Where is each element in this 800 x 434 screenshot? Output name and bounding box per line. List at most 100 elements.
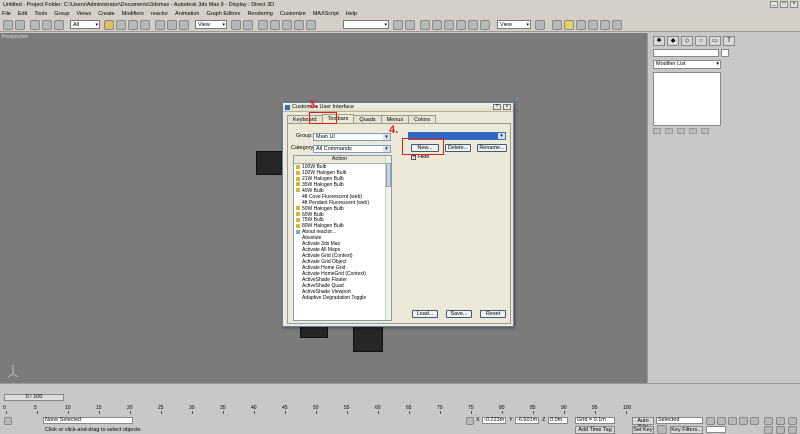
bind-spacewarp-icon[interactable]: [54, 20, 64, 30]
unlink-icon[interactable]: [42, 20, 52, 30]
save-button[interactable]: Save...: [446, 310, 472, 318]
track-bar[interactable]: 0 5 10 15 20 25 30 35 40 45 50 55 60 65 70 75 80 85 90 95 10…: [0, 404, 640, 414]
tab-colors[interactable]: Colors: [408, 115, 436, 123]
configure-sets-icon[interactable]: [701, 128, 709, 134]
selection-filter-dropdown[interactable]: All: [70, 20, 100, 29]
current-frame-field[interactable]: [706, 426, 726, 433]
menu-group[interactable]: Group: [54, 11, 69, 17]
hide-checkbox[interactable]: ✓: [411, 155, 416, 160]
material-editor-icon[interactable]: [456, 20, 466, 30]
menu-help[interactable]: Help: [346, 11, 357, 17]
delete-toolbar-button[interactable]: Delete...: [445, 144, 471, 152]
mini-listener-icon[interactable]: [4, 417, 12, 425]
hierarchy-tab-icon[interactable]: ◇: [681, 36, 693, 46]
mirror-icon[interactable]: [393, 20, 403, 30]
align-icon[interactable]: [405, 20, 415, 30]
menu-file[interactable]: File: [2, 11, 11, 17]
snap-3d-icon[interactable]: [258, 20, 268, 30]
zoom-icon[interactable]: [764, 417, 773, 425]
zoom-all-icon[interactable]: [776, 417, 785, 425]
menu-graph-editors[interactable]: Graph Editors: [207, 11, 241, 17]
list-scrollbar[interactable]: [385, 156, 391, 320]
ref-coord-dropdown[interactable]: View: [195, 20, 227, 29]
axis-xy-icon[interactable]: [588, 20, 598, 30]
named-selection-dropdown[interactable]: [343, 20, 389, 29]
menu-views[interactable]: Views: [77, 11, 92, 17]
angle-snap-icon[interactable]: [270, 20, 280, 30]
object-color-swatch[interactable]: [721, 49, 729, 57]
plane-icon[interactable]: [600, 20, 610, 30]
render-teapot-icon[interactable]: [535, 20, 545, 30]
x-coord-field[interactable]: -0.223m: [482, 417, 506, 424]
create-tab-icon[interactable]: ✱: [653, 36, 665, 46]
minimize-icon[interactable]: _: [770, 1, 778, 8]
select-scale-icon[interactable]: [179, 20, 189, 30]
layer-manager-icon[interactable]: [420, 20, 430, 30]
menu-modifiers[interactable]: Modifiers: [122, 11, 144, 17]
select-move-icon[interactable]: [155, 20, 165, 30]
percent-snap-icon[interactable]: [282, 20, 292, 30]
group-dropdown[interactable]: Main UI ▾: [313, 133, 391, 141]
previous-frame-icon[interactable]: [717, 417, 726, 425]
menu-customize[interactable]: Customize: [280, 11, 306, 17]
y-coord-field[interactable]: -6.601m: [515, 417, 539, 424]
view-dropdown[interactable]: View: [497, 20, 531, 29]
redo-icon[interactable]: [15, 20, 25, 30]
menu-tools[interactable]: Tools: [34, 11, 47, 17]
key-mode-dropdown[interactable]: Selected: [656, 417, 703, 424]
zoom-extents-icon[interactable]: [788, 417, 797, 425]
axis-z-icon[interactable]: [576, 20, 586, 30]
curve-editor-icon[interactable]: [432, 20, 442, 30]
auto-key-button[interactable]: Auto Key: [632, 417, 654, 430]
scene-box[interactable]: [353, 326, 383, 352]
menu-rendering[interactable]: Rendering: [247, 11, 272, 17]
load-button[interactable]: Load...: [412, 310, 438, 318]
menu-animation[interactable]: Animation: [175, 11, 199, 17]
pin-stack-icon[interactable]: [653, 128, 661, 134]
select-by-name-icon[interactable]: [116, 20, 126, 30]
next-frame-icon[interactable]: [739, 417, 748, 425]
window-crossing-icon[interactable]: [140, 20, 150, 30]
play-icon[interactable]: [728, 417, 737, 425]
undo-icon[interactable]: [3, 20, 13, 30]
modifier-list-dropdown[interactable]: Modifier List: [653, 60, 721, 69]
motion-tab-icon[interactable]: ○: [695, 36, 707, 46]
select-manipulate-icon[interactable]: [243, 20, 253, 30]
axis-y-icon[interactable]: [564, 20, 574, 30]
action-column-header[interactable]: Action: [294, 156, 385, 164]
render-scene-icon[interactable]: [468, 20, 478, 30]
edit-named-sel-icon[interactable]: [306, 20, 316, 30]
select-object-icon[interactable]: [104, 20, 114, 30]
tab-menus[interactable]: Menus: [380, 115, 410, 123]
pivot-icon[interactable]: [231, 20, 241, 30]
list-item[interactable]: Adaptive Degradation Toggle: [294, 295, 391, 301]
action-list[interactable]: Action 100W Bulb 100W Halogen Bulb 21W Hal…: [293, 155, 392, 321]
close-icon[interactable]: ×: [790, 1, 798, 8]
menu-reactor[interactable]: reactor: [151, 11, 168, 17]
display-tab-icon[interactable]: ▭: [709, 36, 721, 46]
axis-x-icon[interactable]: [552, 20, 562, 30]
quick-render-icon[interactable]: [480, 20, 490, 30]
time-slider[interactable]: 0 / 100: [4, 394, 64, 401]
show-end-result-icon[interactable]: [665, 128, 673, 134]
lock-selection-icon[interactable]: [466, 417, 474, 425]
make-unique-icon[interactable]: [677, 128, 685, 134]
category-dropdown[interactable]: All Commands ▾: [313, 145, 391, 153]
menu-create[interactable]: Create: [98, 11, 115, 17]
schematic-view-icon[interactable]: [444, 20, 454, 30]
go-to-end-icon[interactable]: [750, 417, 759, 425]
menu-edit[interactable]: Edit: [18, 11, 27, 17]
remove-modifier-icon[interactable]: [689, 128, 697, 134]
maximize-icon[interactable]: □: [780, 1, 788, 8]
z-coord-field[interactable]: 0.0m: [548, 417, 568, 424]
link-icon[interactable]: [30, 20, 40, 30]
modifier-stack[interactable]: [653, 72, 721, 126]
rename-toolbar-button[interactable]: Rename...: [477, 144, 507, 152]
modify-tab-icon[interactable]: ◆: [667, 36, 679, 46]
tab-quads[interactable]: Quads: [353, 115, 382, 123]
go-to-start-icon[interactable]: [706, 417, 715, 425]
spinner-snap-icon[interactable]: [294, 20, 304, 30]
close-icon[interactable]: ×: [503, 104, 511, 110]
help-icon[interactable]: ?: [493, 104, 501, 110]
viewport-label[interactable]: Perspective: [2, 34, 28, 40]
